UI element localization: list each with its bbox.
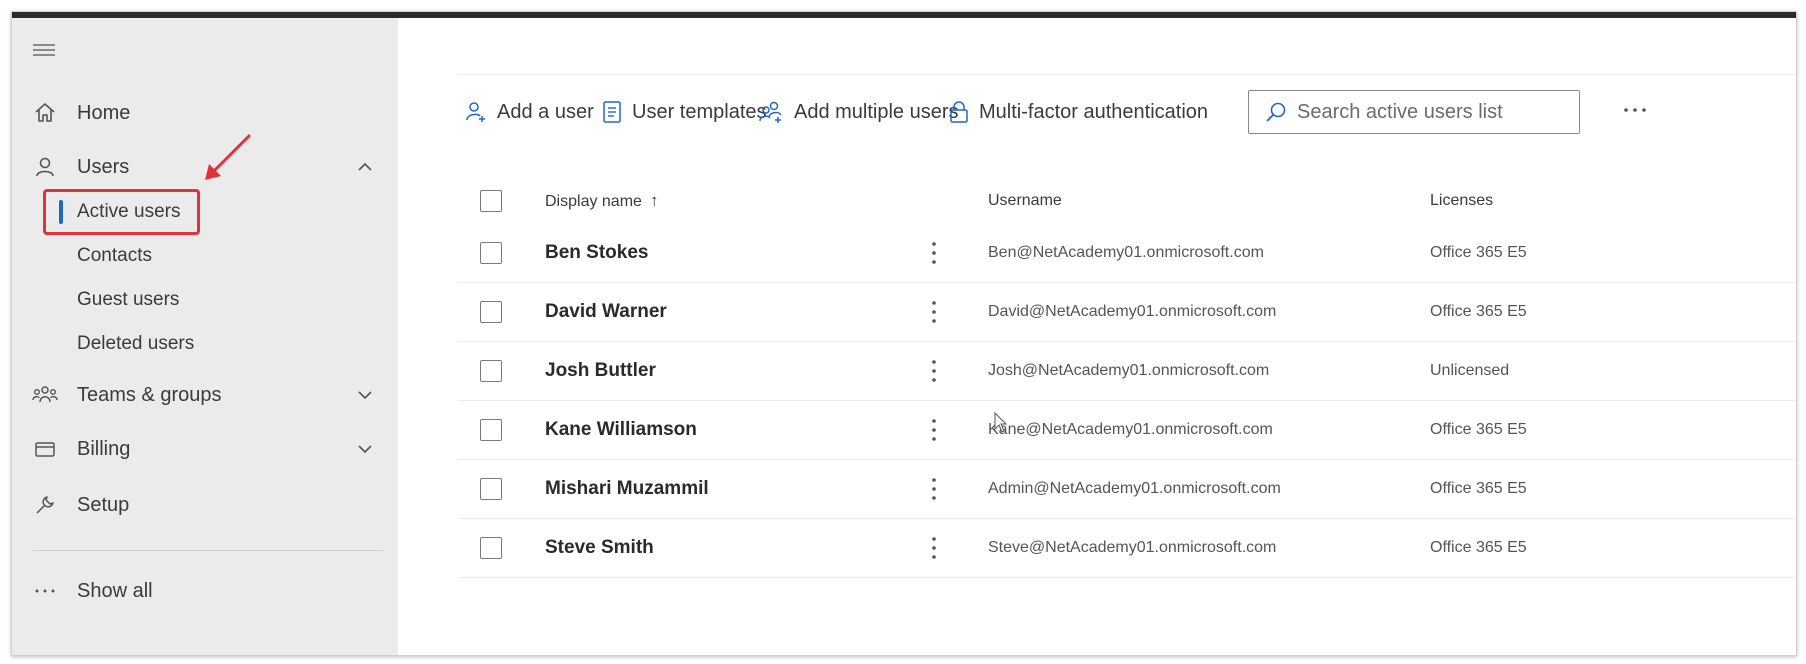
sidebar-divider [33,550,383,551]
table-row[interactable]: Josh Buttler Josh@NetAcademy01.onmicroso… [458,342,1796,401]
row-more-icon[interactable] [924,475,944,503]
add-user-button[interactable]: Add a user [464,88,594,136]
chevron-down-icon[interactable] [354,384,376,406]
app-window: Home Users Active users Contacts Guest u… [11,11,1797,656]
sort-ascending-icon: ↑ [649,191,659,210]
annotation-highlight-box [43,189,200,235]
sidebar: Home Users Active users Contacts Guest u… [12,18,398,655]
sidebar-item-label: Users [77,155,130,178]
column-display-name[interactable]: Display name ↑ [545,191,658,211]
sidebar-subitem-guest-users[interactable]: Guest users [12,280,398,320]
display-name[interactable]: Ben Stokes [545,242,648,264]
more-options-icon[interactable] [1620,98,1650,122]
row-checkbox[interactable] [480,242,502,264]
hamburger-menu-icon[interactable] [33,42,57,58]
add-multiple-users-label: Add multiple users [794,100,959,123]
license: Office 365 E5 [1430,421,1527,438]
sidebar-item-billing[interactable]: Billing [12,426,398,472]
username: Admin@NetAcademy01.onmicrosoft.com [988,480,1281,497]
sidebar-item-show-all[interactable]: Show all [12,568,398,614]
table-row[interactable]: Steve Smith Steve@NetAcademy01.onmicroso… [458,519,1796,578]
username: Ben@NetAcademy01.onmicrosoft.com [988,244,1264,261]
mouse-cursor-icon [994,412,1008,433]
license: Office 365 E5 [1430,244,1527,261]
username: Kane@NetAcademy01.onmicrosoft.com [988,421,1273,438]
row-more-icon[interactable] [924,298,944,326]
add-multiple-users-button[interactable]: Add multiple users [759,88,959,136]
row-checkbox[interactable] [480,301,502,323]
search-icon [1266,102,1286,122]
sidebar-item-label: Setup [77,493,130,516]
license: Unlicensed [1430,362,1510,379]
display-name[interactable]: David Warner [545,301,667,323]
user-templates-button[interactable]: User templates [601,88,767,136]
search-placeholder: Search active users list [1297,100,1503,123]
ellipsis-icon [31,577,59,605]
annotation-arrow-icon [205,134,251,180]
table-row[interactable]: Ben Stokes Ben@NetAcademy01.onmicrosoft.… [458,224,1796,283]
main-content: Add a user User templates Add multiple u… [398,18,1796,655]
teams-icon [31,381,59,409]
add-user-icon [466,102,485,122]
add-user-label: Add a user [497,100,594,123]
home-icon [31,99,59,127]
row-more-icon[interactable] [924,239,944,267]
column-label: Display name [545,193,642,210]
sidebar-item-setup[interactable]: Setup [12,482,398,528]
mfa-label: Multi-factor authentication [979,100,1209,123]
sidebar-item-label: Home [77,101,131,124]
license: Office 365 E5 [1430,480,1527,497]
sidebar-subitem-deleted-users[interactable]: Deleted users [12,324,398,364]
sidebar-item-teams-groups[interactable]: Teams & groups [12,372,398,418]
header-divider [458,74,1796,75]
username: Steve@NetAcademy01.onmicrosoft.com [988,539,1277,556]
chevron-down-icon[interactable] [354,438,376,460]
column-username[interactable]: Username [988,192,1062,210]
row-more-icon[interactable] [924,357,944,385]
table-header: Display name ↑ Username Licenses [458,178,1796,224]
sidebar-item-label: Billing [77,437,131,460]
display-name[interactable]: Kane Williamson [545,419,697,441]
lock-icon [950,101,968,123]
username: Josh@NetAcademy01.onmicrosoft.com [988,362,1270,379]
display-name[interactable]: Steve Smith [545,537,654,559]
sidebar-subitem-label: Contacts [77,245,152,266]
license: Office 365 E5 [1430,539,1527,556]
row-checkbox[interactable] [480,478,502,500]
license: Office 365 E5 [1430,303,1527,320]
mfa-button[interactable]: Multi-factor authentication [948,88,1208,136]
row-more-icon[interactable] [924,534,944,562]
wrench-icon [31,491,59,519]
display-name[interactable]: Mishari Muzammil [545,478,709,500]
display-name[interactable]: Josh Buttler [545,360,656,382]
sidebar-subitem-label: Guest users [77,289,180,310]
row-checkbox[interactable] [480,360,502,382]
row-checkbox[interactable] [480,537,502,559]
table-row[interactable]: Mishari Muzammil Admin@NetAcademy01.onmi… [458,460,1796,519]
billing-icon [31,435,59,463]
template-icon [603,101,621,123]
username: David@NetAcademy01.onmicrosoft.com [988,303,1277,320]
sidebar-item-label: Show all [77,579,153,602]
sidebar-subitem-contacts[interactable]: Contacts [12,236,398,276]
select-all-checkbox[interactable] [480,190,502,212]
sidebar-item-label: Teams & groups [77,383,222,406]
search-input[interactable]: Search active users list [1248,90,1580,134]
row-more-icon[interactable] [924,416,944,444]
table-row[interactable]: Kane Williamson Kane@NetAcademy01.onmicr… [458,401,1796,460]
user-templates-label: User templates [632,100,767,123]
column-licenses[interactable]: Licenses [1430,192,1493,210]
table-row[interactable]: David Warner David@NetAcademy01.onmicros… [458,283,1796,342]
row-checkbox[interactable] [480,419,502,441]
user-icon [31,153,59,181]
command-bar: Add a user User templates Add multiple u… [458,88,1778,136]
sidebar-subitem-label: Deleted users [77,333,195,354]
add-multiple-users-icon [759,101,782,123]
chevron-up-icon[interactable] [354,156,376,178]
